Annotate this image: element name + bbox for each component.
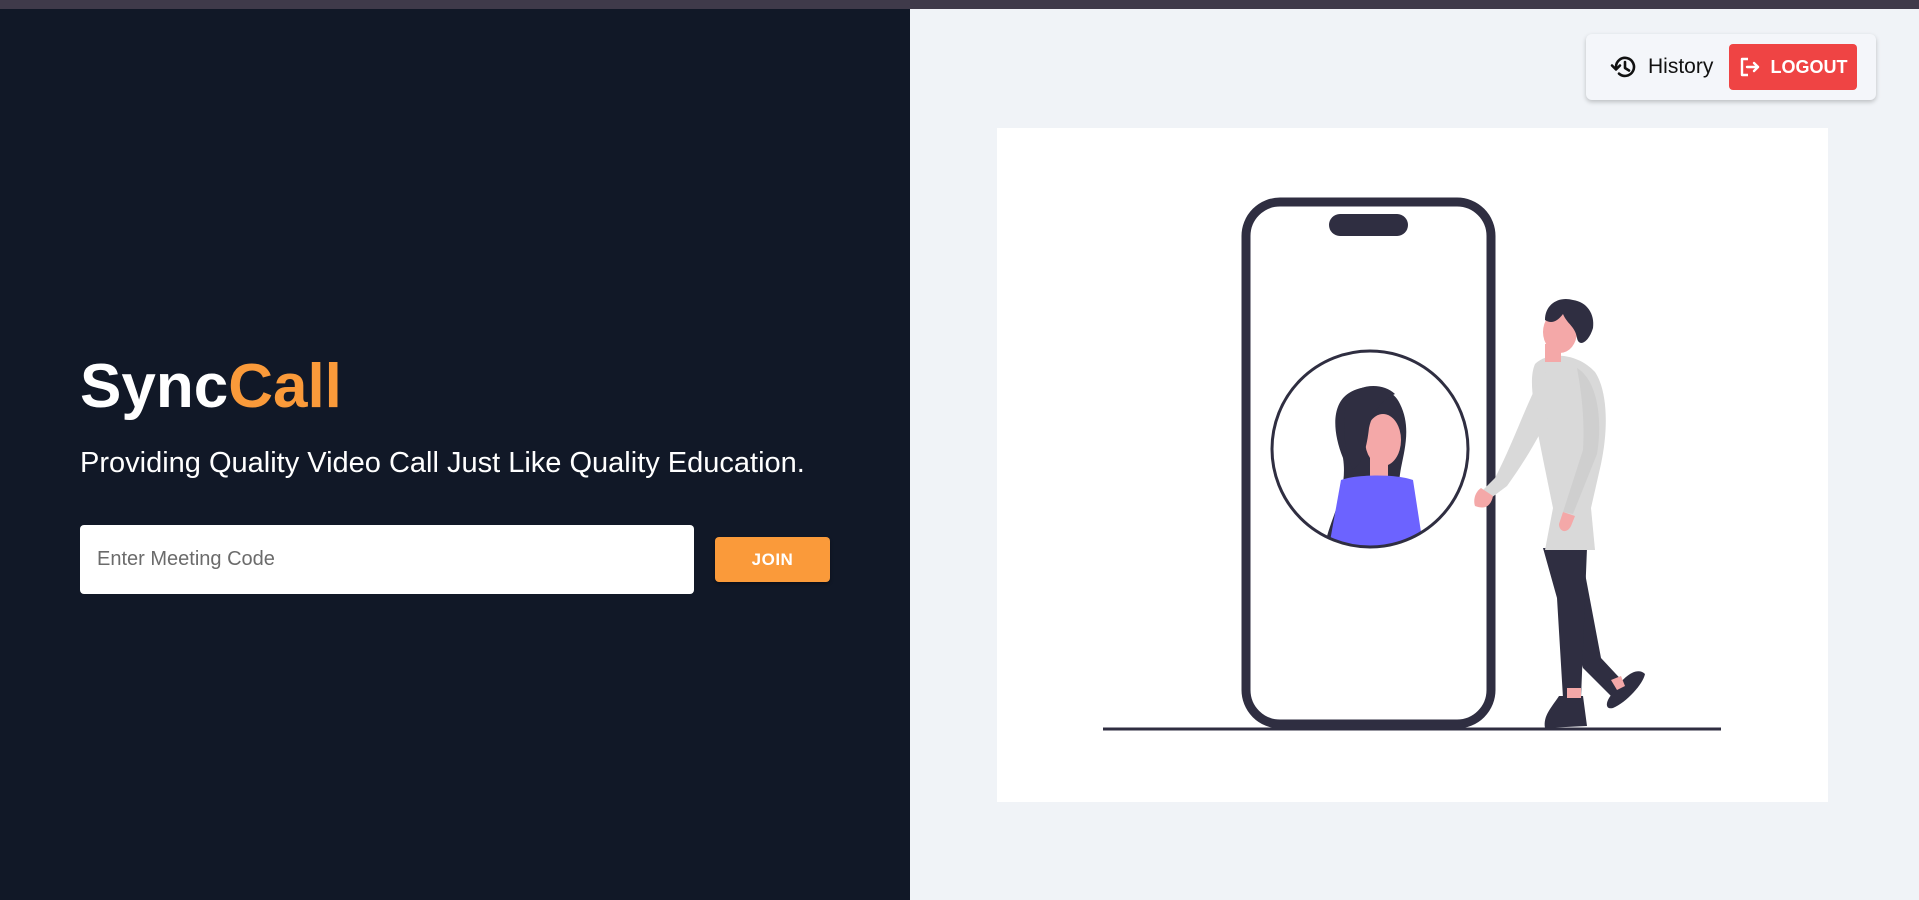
history-button[interactable]: History <box>1610 51 1713 83</box>
brand-logo: SyncCall <box>80 350 342 424</box>
meeting-code-input[interactable] <box>80 525 694 594</box>
walking-man <box>1474 298 1645 728</box>
logout-label: LOGOUT <box>1770 56 1848 77</box>
top-nav: History LOGOUT <box>1586 34 1876 100</box>
brand-accent: Call <box>228 352 342 421</box>
history-icon <box>1610 53 1638 81</box>
video-call-illustration <box>997 128 1828 802</box>
logout-button[interactable]: LOGOUT <box>1729 44 1857 90</box>
tagline: Providing Quality Video Call Just Like Q… <box>80 447 805 479</box>
hero-panel: SyncCall Providing Quality Video Call Ju… <box>0 9 910 900</box>
history-label: History <box>1648 55 1714 78</box>
brand-primary: Sync <box>80 352 229 421</box>
illustration-svg <box>1103 197 1721 731</box>
phone-notch <box>1329 214 1408 236</box>
top-window-bar <box>0 0 1919 9</box>
logout-icon <box>1739 56 1761 78</box>
join-button[interactable]: JOIN <box>715 537 830 582</box>
